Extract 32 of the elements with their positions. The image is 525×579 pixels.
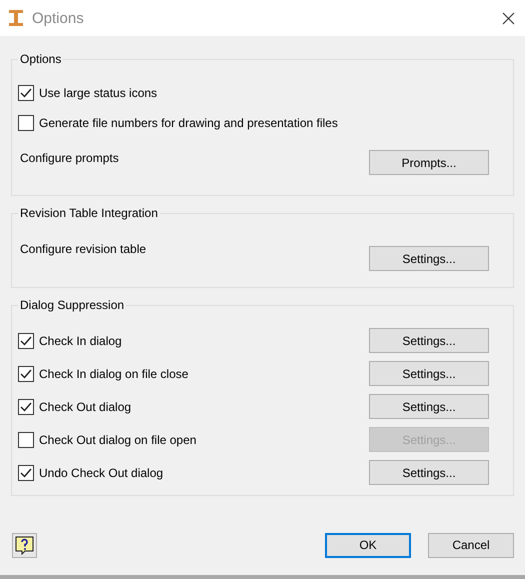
settings-button[interactable]: Settings... [369, 361, 489, 386]
checkbox[interactable] [18, 432, 34, 448]
settings-button[interactable]: Settings... [369, 328, 489, 353]
checkbox[interactable] [18, 464, 34, 480]
checkbox-label: Generate file numbers for drawing and presentation files [39, 116, 339, 130]
close-icon[interactable] [502, 12, 515, 24]
checkbox-label: Check Out dialog on file open [39, 432, 198, 446]
checkbox[interactable] [18, 366, 34, 382]
setting-label: Configure prompts [20, 150, 120, 165]
settings-button[interactable]: Prompts... [369, 150, 489, 175]
app-icon [8, 9, 24, 27]
window-title: Options [32, 10, 85, 26]
group-title: Options [19, 52, 62, 66]
group-title: Revision Table Integration [19, 206, 159, 220]
group-title: Dialog Suppression [19, 298, 126, 312]
setting-label: Configure revision table [20, 242, 148, 256]
checkbox-label: Check In dialog [39, 334, 123, 348]
settings-button[interactable]: Settings... [369, 394, 489, 419]
help-icon [15, 536, 34, 554]
ok-button[interactable]: OK [325, 532, 411, 558]
settings-button[interactable]: Settings... [369, 460, 489, 485]
checkbox-label: Undo Check Out dialog [39, 466, 164, 480]
checkbox[interactable] [18, 115, 34, 131]
checkbox[interactable] [18, 398, 34, 414]
checkbox-label: Check In dialog on file close [39, 366, 190, 380]
cancel-button[interactable]: Cancel [428, 532, 514, 558]
checkbox-label: Use large status icons [39, 86, 158, 100]
checkbox[interactable] [18, 85, 34, 101]
checkbox-label: Check Out dialog [39, 400, 132, 414]
settings-button[interactable]: Settings... [369, 246, 489, 271]
help-button[interactable] [12, 532, 37, 558]
checkbox[interactable] [18, 332, 34, 348]
